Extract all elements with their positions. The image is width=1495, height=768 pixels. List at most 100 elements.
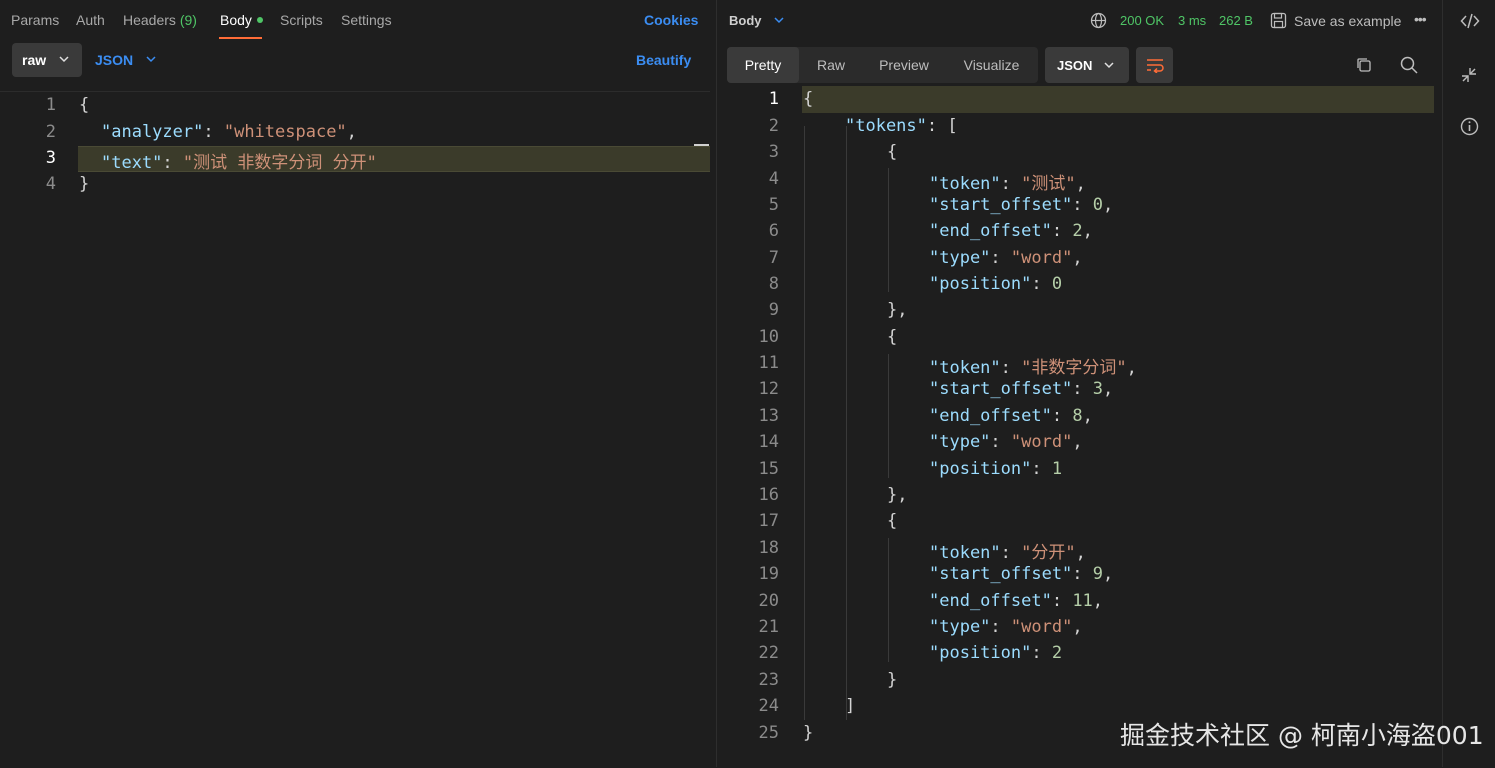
tab-headers[interactable]: Headers (9)	[123, 12, 197, 28]
response-time[interactable]: 3 ms	[1178, 13, 1206, 28]
view-tab-preview[interactable]: Preview	[863, 47, 945, 83]
json-number: 9	[1092, 564, 1104, 584]
save-as-example-button[interactable]: Save as example	[1294, 13, 1401, 29]
search-icon[interactable]	[1399, 55, 1419, 75]
json-colon: :	[203, 122, 224, 142]
response-body-select[interactable]: Body	[729, 13, 784, 28]
more-options-icon[interactable]: •••	[1414, 11, 1427, 27]
chevron-down-icon	[1103, 59, 1115, 71]
json-string: "测试 非数字分词 分开"	[182, 153, 377, 173]
json-key: "end_offset"	[929, 406, 1052, 426]
view-tab-pretty[interactable]: Pretty	[727, 47, 799, 83]
watermark: 掘金技术社区 @ 柯南小海盗001	[1120, 721, 1484, 750]
json-number: 1	[1051, 459, 1063, 479]
code-line: {	[887, 327, 898, 347]
headers-count-badge: (9)	[179, 12, 197, 28]
body-toolbar: raw JSON Beautify	[0, 43, 716, 79]
code-line: }	[803, 723, 814, 743]
response-size[interactable]: 262 B	[1219, 13, 1253, 28]
view-tab-visualize[interactable]: Visualize	[945, 47, 1038, 83]
json-key: "position"	[929, 459, 1032, 479]
line-number: 2	[45, 122, 56, 142]
json-brace: {	[79, 95, 90, 115]
json-number: 8	[1072, 406, 1083, 426]
tab-auth[interactable]: Auth	[76, 12, 105, 28]
status-badge[interactable]: 200 OK	[1120, 13, 1164, 28]
code-line: "start_offset": 9,	[929, 564, 1114, 584]
tab-settings[interactable]: Settings	[341, 12, 392, 28]
line-number: 12	[758, 379, 779, 399]
info-icon[interactable]	[1460, 117, 1479, 136]
line-number: 15	[758, 459, 779, 479]
body-format-select[interactable]: JSON	[95, 52, 156, 68]
globe-icon[interactable]	[1090, 12, 1107, 29]
body-mode-label: raw	[22, 52, 47, 68]
code-line: "token": "非数字分词",	[929, 358, 1137, 378]
tab-body[interactable]: Body	[220, 12, 263, 28]
json-number: 3	[1092, 379, 1104, 399]
request-body-editor[interactable]: 1 2 3 4 { "analyzer": "whitespace", "tex…	[0, 91, 710, 768]
code-line: "start_offset": 3,	[929, 379, 1114, 399]
chevron-down-icon	[145, 53, 157, 65]
response-view-bar: Pretty Raw Preview Visualize JSON	[727, 47, 1442, 83]
line-number: 2	[768, 116, 779, 136]
line-number: 9	[768, 300, 779, 320]
tab-scripts[interactable]: Scripts	[280, 12, 323, 28]
json-key: "position"	[929, 274, 1032, 294]
json-key: "token"	[929, 174, 1001, 194]
json-string: "whitespace"	[223, 122, 347, 142]
json-key: "token"	[929, 543, 1001, 563]
code-line: "text": "测试 非数字分词 分开"	[101, 148, 377, 173]
json-number: 2	[1072, 221, 1083, 241]
line-number: 6	[768, 221, 779, 241]
code-line: {	[887, 511, 898, 531]
body-mode-select[interactable]: raw	[12, 43, 82, 77]
code-line: "position": 2	[929, 643, 1063, 663]
save-icon[interactable]	[1270, 12, 1287, 29]
json-number: 2	[1051, 643, 1063, 663]
json-string: "测试"	[1021, 174, 1076, 194]
beautify-button[interactable]: Beautify	[636, 52, 691, 68]
chevron-down-icon	[58, 53, 70, 65]
line-number: 16	[758, 485, 779, 505]
json-key: "token"	[929, 358, 1001, 378]
line-number: 11	[758, 353, 779, 373]
indent-guide	[888, 354, 889, 478]
cookies-link[interactable]: Cookies	[644, 12, 698, 28]
active-tab-indicator	[219, 37, 262, 39]
json-key: "start_offset"	[929, 195, 1073, 215]
line-number: 22	[758, 643, 779, 663]
tab-headers-label: Headers	[123, 12, 176, 28]
json-key: "start_offset"	[929, 379, 1073, 399]
line-number: 1	[45, 95, 56, 115]
json-string: "word"	[1010, 617, 1073, 637]
code-snippet-icon[interactable]	[1460, 12, 1480, 30]
code-line: {	[79, 95, 89, 115]
json-key: "position"	[929, 643, 1032, 663]
json-colon: :	[162, 153, 183, 173]
line-number: 4	[45, 174, 56, 194]
json-string: "分开"	[1021, 543, 1076, 563]
json-string: "word"	[1010, 432, 1073, 452]
tab-params[interactable]: Params	[11, 12, 59, 28]
response-format-select[interactable]: JSON	[1045, 47, 1129, 83]
line-number: 8	[768, 274, 779, 294]
line-number: 3	[45, 148, 56, 168]
line-number: 13	[758, 406, 779, 426]
view-tab-raw[interactable]: Raw	[799, 47, 863, 83]
request-tabs: Params Auth Headers (9) Body Scripts Set…	[0, 0, 716, 42]
line-number: 14	[758, 432, 779, 452]
json-key: "analyzer"	[101, 122, 204, 142]
response-header: Body 200 OK 3 ms 262 B Save as example •…	[717, 0, 1442, 42]
response-body-viewer[interactable]: 1 2 3 4 5 6 7 8 9 10 11 12 13 14 15 16 1…	[717, 86, 1442, 767]
code-line: "position": 1	[929, 459, 1063, 479]
wrap-lines-button[interactable]	[1136, 47, 1173, 83]
code-line: "analyzer": "whitespace",	[101, 122, 357, 142]
code-line: },	[887, 485, 908, 505]
json-key: "end_offset"	[929, 221, 1052, 241]
copy-icon[interactable]	[1355, 56, 1373, 74]
line-number: 7	[768, 248, 779, 268]
indent-guide	[804, 126, 805, 720]
json-key: "start_offset"	[929, 564, 1073, 584]
collapse-icon[interactable]	[1460, 66, 1478, 84]
